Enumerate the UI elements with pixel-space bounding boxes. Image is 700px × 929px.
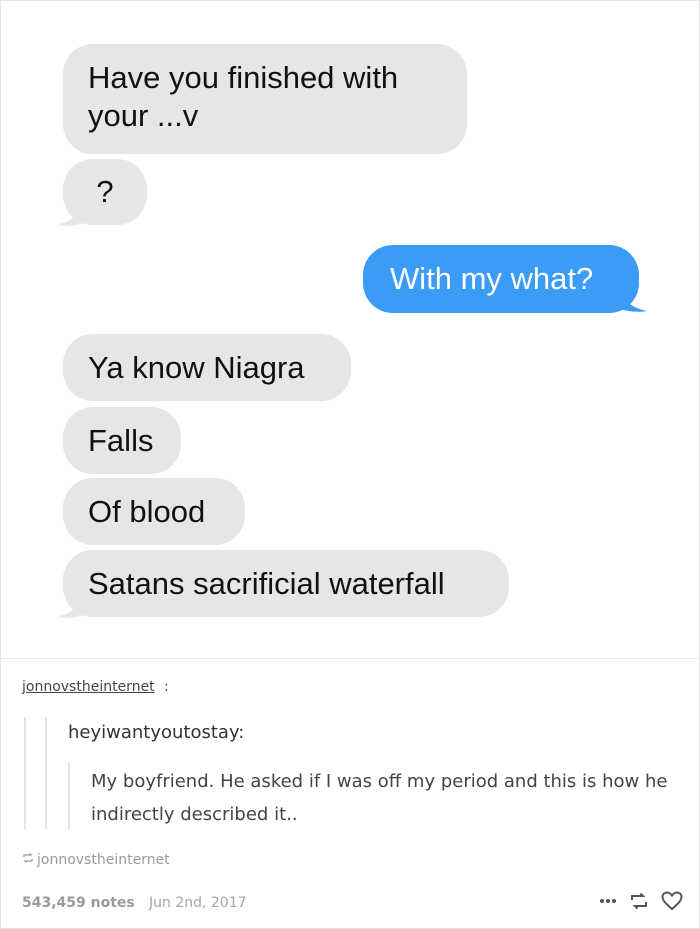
heart-icon[interactable]: [661, 891, 683, 911]
post-date: Jun 2nd, 2017: [149, 895, 247, 911]
reblogged-from-name[interactable]: heyiwantyoutostay:: [68, 722, 244, 743]
quote-border: [45, 717, 47, 829]
post-caption: My boyfriend. He asked if I was off my p…: [91, 771, 668, 825]
quote-border-inner: [68, 763, 70, 829]
message-bubble-received: Have you finished with your ...v: [63, 44, 467, 154]
message-bubble-received: Satans sacrificial waterfall: [63, 550, 509, 617]
message-bubble-sent: With my what?: [363, 245, 639, 313]
quote-border: [24, 717, 28, 829]
notes-count[interactable]: 543,459 notes: [22, 895, 135, 911]
post-actions: [599, 891, 683, 911]
source-label: jonnovstheinternet: [37, 852, 170, 868]
author-colon: :: [164, 679, 169, 695]
post-body: jonnovstheinternet : heyiwantyoutostay: …: [1, 659, 700, 929]
message-bubble-received: Ya know Niagra: [63, 334, 351, 401]
more-icon[interactable]: [599, 898, 617, 904]
source-attribution[interactable]: jonnovstheinternet: [22, 852, 170, 868]
reblog-icon: [22, 852, 34, 868]
message-bubble-received: Falls: [63, 407, 181, 474]
message-bubble-received: ?: [63, 159, 147, 225]
author-link[interactable]: jonnovstheinternet: [22, 679, 155, 695]
chat-screenshot: Have you finished with your ...v ? With …: [1, 1, 700, 659]
reblog-icon[interactable]: [629, 892, 649, 910]
message-bubble-received: Of blood: [63, 478, 245, 545]
tumblr-post-card: Have you finished with your ...v ? With …: [0, 0, 700, 929]
